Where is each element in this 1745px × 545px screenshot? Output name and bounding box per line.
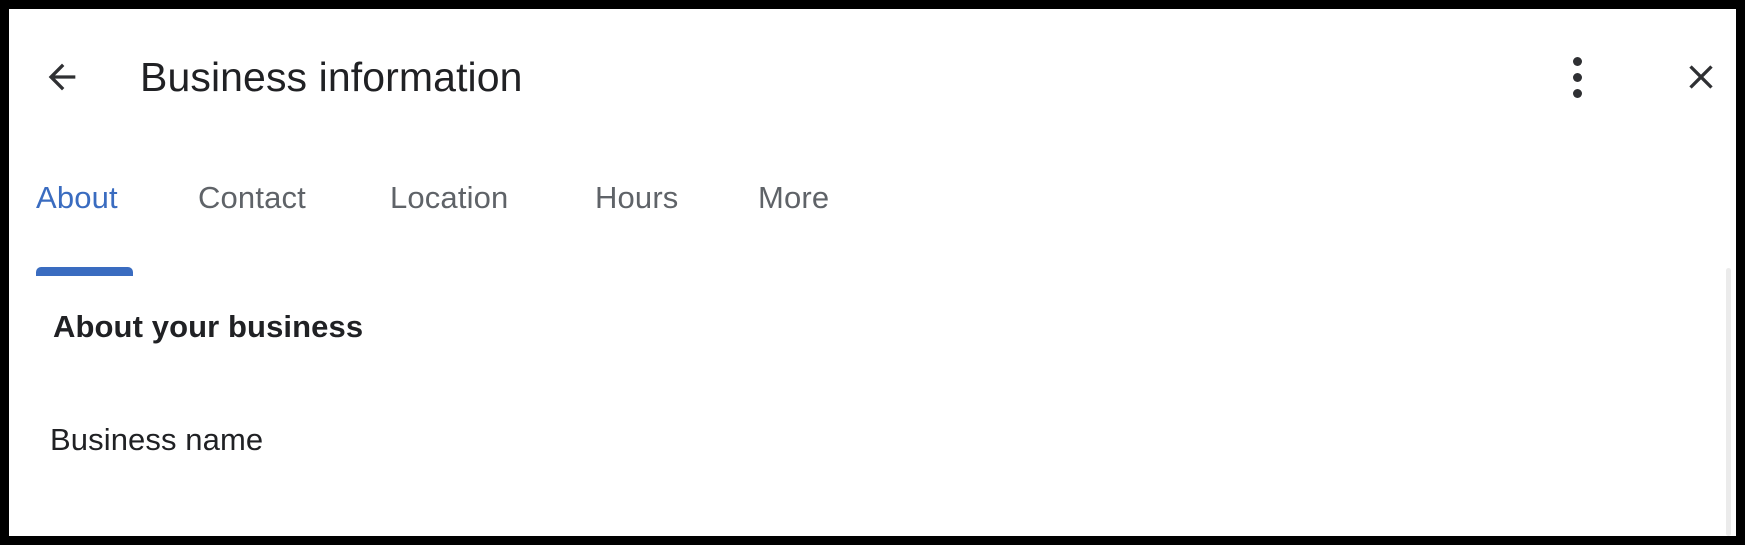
tab-contact[interactable]: Contact	[198, 140, 338, 276]
arrow-left-icon	[42, 57, 82, 97]
overflow-menu-button[interactable]	[1547, 47, 1607, 107]
page-title: Business information	[140, 54, 523, 100]
tab-contact-label: Contact	[198, 180, 306, 215]
more-vert-icon	[1572, 53, 1582, 101]
screenshot-frame: Business information About Contact Locat…	[0, 0, 1745, 545]
scrollbar-track[interactable]	[1722, 9, 1736, 536]
dialog-header: Business information	[9, 9, 1736, 140]
tab-more[interactable]: More	[758, 140, 853, 276]
tab-bar: About Contact Location Hours More	[9, 140, 1736, 276]
dot-1	[1572, 56, 1582, 66]
about-panel: About your business Business name	[9, 276, 1736, 536]
tab-about[interactable]: About	[36, 140, 151, 276]
tab-about-label: About	[36, 180, 118, 215]
active-tab-indicator	[36, 267, 133, 276]
tab-hours-label: Hours	[595, 180, 679, 215]
dot-2	[1572, 72, 1582, 82]
tab-hours[interactable]: Hours	[595, 140, 705, 276]
tab-location-label: Location	[390, 180, 509, 215]
dot-3	[1572, 88, 1582, 98]
scrollbar-thumb[interactable]	[1726, 268, 1731, 536]
business-information-dialog: Business information About Contact Locat…	[9, 9, 1736, 536]
field-label-business-name: Business name	[50, 422, 264, 457]
section-heading: About your business	[53, 309, 364, 344]
close-icon	[1681, 57, 1721, 97]
tab-location[interactable]: Location	[390, 140, 535, 276]
tab-more-label: More	[758, 180, 830, 215]
back-button[interactable]	[31, 46, 93, 108]
